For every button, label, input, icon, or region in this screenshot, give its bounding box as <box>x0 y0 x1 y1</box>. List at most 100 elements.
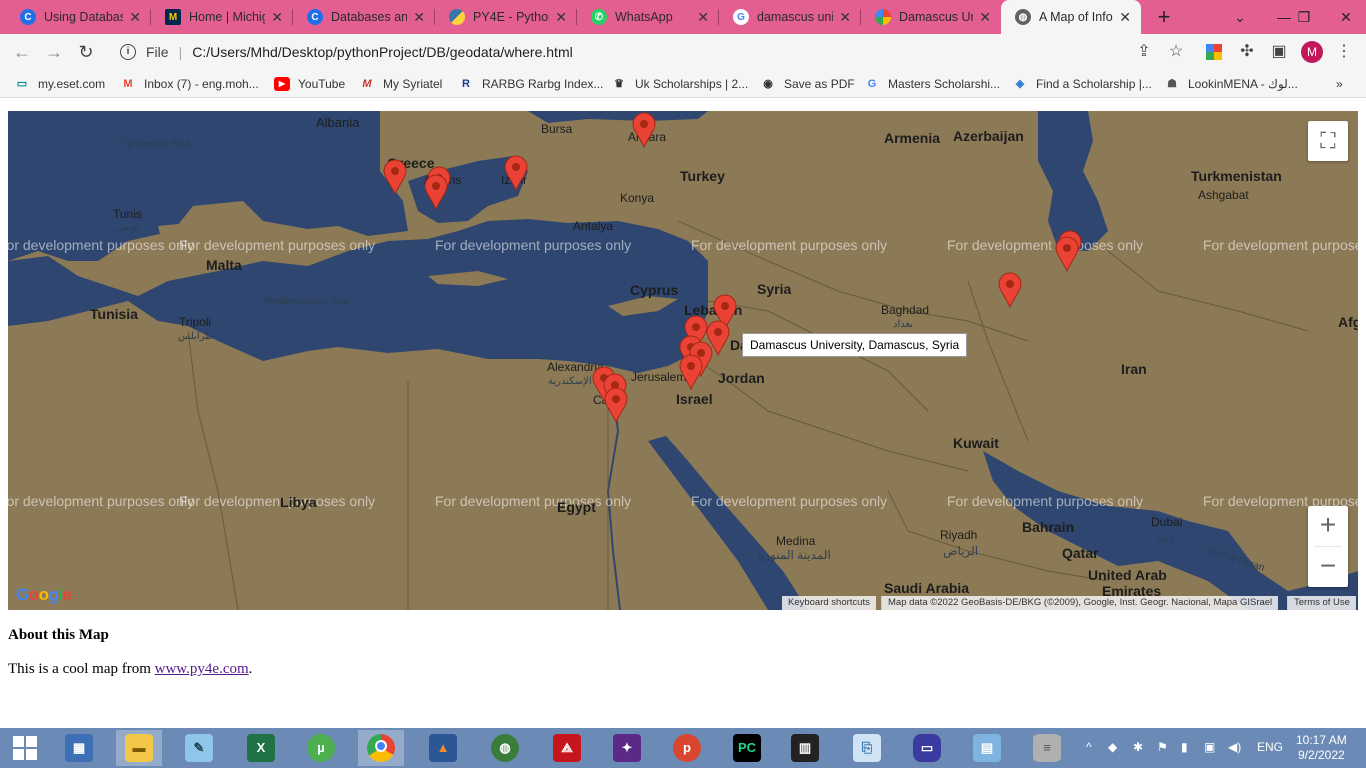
control-panel-icon[interactable]: ▤ <box>964 730 1010 766</box>
bookmark-masters[interactable]: G Masters Scholarshi... <box>864 75 1000 93</box>
language-indicator[interactable]: ENG <box>1257 740 1283 754</box>
bookmark-gmail[interactable]: M Inbox (7) - eng.moh... <box>120 75 258 93</box>
zoom-in-icon[interactable]: + <box>1308 506 1348 546</box>
py4e-link[interactable]: www.py4e.com <box>155 661 249 677</box>
forward-icon[interactable]: → <box>42 40 66 64</box>
restore-icon[interactable]: ❐ <box>1284 0 1324 34</box>
tab-whatsapp[interactable]: ✆ WhatsApp ✕ <box>577 0 719 34</box>
tray-overflow-icon[interactable]: ^ <box>1086 740 1092 754</box>
database-icon[interactable]: ≡ <box>1024 730 1070 766</box>
python-icon <box>449 9 465 25</box>
python-idle-icon[interactable]: ⎘ <box>844 730 890 766</box>
map-label: الرياض <box>943 544 979 558</box>
terms-of-use-link[interactable]: Terms of Use <box>1287 596 1356 610</box>
window-close-icon[interactable]: ✕ <box>1326 0 1366 34</box>
matlab-icon[interactable]: ▲ <box>420 730 466 766</box>
google-logo[interactable]: Google <box>16 585 72 605</box>
close-icon[interactable]: ✕ <box>839 9 851 26</box>
emulator-icon[interactable]: ▭ <box>904 730 950 766</box>
network-icon[interactable]: ▣ <box>1204 740 1215 754</box>
menu-kebab-icon[interactable]: ⋮ <box>1334 42 1354 62</box>
map-marker[interactable] <box>1054 236 1080 272</box>
tray-app-icon[interactable]: ◆ <box>1108 740 1117 754</box>
bookmark-save-pdf[interactable]: ◉ Save as PDF <box>760 75 855 93</box>
map-marker[interactable] <box>678 354 704 390</box>
battery-icon[interactable]: ▮ <box>1181 740 1188 754</box>
bookmark-star-icon[interactable]: ☆ <box>1166 42 1186 62</box>
map-marker[interactable] <box>997 272 1023 308</box>
reload-icon[interactable]: ↻ <box>74 40 98 64</box>
close-icon[interactable]: ✕ <box>413 9 425 26</box>
tab-py4e[interactable]: PY4E - Python ✕ <box>435 0 577 34</box>
file-explorer-icon[interactable]: ▬ <box>116 730 162 766</box>
side-panel-icon[interactable]: ▣ <box>1269 42 1289 62</box>
watermark-text: For development purposes only <box>179 237 376 253</box>
volume-icon[interactable]: ◀) <box>1228 740 1241 754</box>
map-label: Libya <box>280 494 317 510</box>
map-canvas[interactable]: For development purposes only For develo… <box>8 111 1358 610</box>
excel-icon[interactable]: X <box>238 730 284 766</box>
pycharm-icon[interactable]: PC <box>724 730 770 766</box>
bookmark-lookinmena[interactable]: ☗ LookinMENA - لوك... <box>1164 75 1298 93</box>
bookmark-eset[interactable]: ▭ my.eset.com <box>14 75 105 93</box>
map-label: Mediterranean Sea <box>264 296 350 307</box>
profile-avatar[interactable]: M <box>1301 41 1323 63</box>
chrome-icon[interactable] <box>358 730 404 766</box>
keyboard-shortcuts-link[interactable]: Keyboard shortcuts <box>782 596 876 610</box>
map-marker[interactable] <box>423 174 449 210</box>
bluetooth-icon[interactable]: ✱ <box>1133 740 1143 754</box>
system-clock[interactable]: 10:17 AM 9/2/2022 <box>1296 733 1347 763</box>
map-label: Ashgabat <box>1198 188 1249 202</box>
address-bar[interactable]: i File | C:/Users/Mhd/Desktop/pythonProj… <box>110 38 1195 66</box>
tab-label: PY4E - Python <box>473 10 550 24</box>
security-tray-icon[interactable]: ⚑ <box>1157 740 1168 754</box>
close-icon[interactable]: ✕ <box>1119 9 1131 26</box>
zoom-out-icon[interactable]: − <box>1308 547 1348 587</box>
tab-damascus-search[interactable]: G damascus univ ✕ <box>719 0 861 34</box>
map-label: Egypt <box>557 499 596 515</box>
acrobat-icon[interactable]: ⟁ <box>544 730 590 766</box>
close-icon[interactable]: ✕ <box>697 9 709 26</box>
close-icon[interactable]: ✕ <box>555 9 567 26</box>
tab-damascus-maps[interactable]: Damascus Uni ✕ <box>861 0 1001 34</box>
info-icon[interactable]: i <box>120 44 136 60</box>
map-label: Iran <box>1121 361 1147 377</box>
notepad-icon[interactable]: ✎ <box>176 730 222 766</box>
bookmark-find-scholarship[interactable]: ◈ Find a Scholarship |... <box>1012 75 1152 93</box>
sqlite-app-icon[interactable]: ▥ <box>782 730 828 766</box>
watermark-text: For development purposes only <box>8 493 195 509</box>
tab-using-databases[interactable]: C Using Databas ✕ <box>6 0 151 34</box>
close-icon[interactable]: ✕ <box>979 9 991 26</box>
map-label: المدينة المنورة <box>758 548 831 562</box>
bookmark-syriatel[interactable]: M My Syriatel <box>359 75 442 93</box>
bookmark-youtube[interactable]: ▶ YouTube <box>274 75 345 93</box>
extensions-puzzle-icon[interactable]: ✣ <box>1237 42 1257 62</box>
map-marker[interactable] <box>603 387 629 423</box>
extension-color-icon[interactable] <box>1206 44 1222 60</box>
close-icon[interactable]: ✕ <box>271 9 283 26</box>
map-marker[interactable] <box>503 155 529 191</box>
back-icon[interactable]: ← <box>10 40 34 64</box>
tab-home-michigan[interactable]: M Home | Michig ✕ <box>151 0 293 34</box>
map-marker[interactable] <box>631 112 657 148</box>
earth-app-icon[interactable]: ◍ <box>482 730 528 766</box>
share-icon[interactable]: ⇪ <box>1134 42 1154 62</box>
fullscreen-icon[interactable]: ⛶ <box>1308 121 1348 161</box>
remote-desktop-icon[interactable]: ▦ <box>56 730 102 766</box>
map-label: Armenia <box>884 130 941 146</box>
url-text[interactable]: C:/Users/Mhd/Desktop/pythonProject/DB/ge… <box>192 44 573 60</box>
map-label: Tunisia <box>90 306 138 322</box>
tab-map-of-information[interactable]: ◍ A Map of Infor ✕ <box>1001 0 1141 34</box>
psiphon-icon[interactable]: p <box>664 730 710 766</box>
windows-start-icon[interactable] <box>2 730 48 766</box>
more-bookmarks-icon[interactable]: » <box>1336 75 1343 93</box>
tab-databases-and[interactable]: C Databases and ✕ <box>293 0 435 34</box>
new-tab-icon[interactable]: + <box>1152 3 1176 31</box>
bookmark-rarbg[interactable]: R RARBG Rarbg Index... <box>458 75 603 93</box>
tab-search-chevron-icon[interactable]: ⌄ <box>1220 0 1260 34</box>
utorrent-icon[interactable]: µ <box>298 730 344 766</box>
bookmark-uk-scholarships[interactable]: ♛ Uk Scholarships | 2... <box>611 75 748 93</box>
close-icon[interactable]: ✕ <box>129 9 141 26</box>
map-marker[interactable] <box>382 159 408 195</box>
game-app-icon[interactable]: ✦ <box>604 730 650 766</box>
